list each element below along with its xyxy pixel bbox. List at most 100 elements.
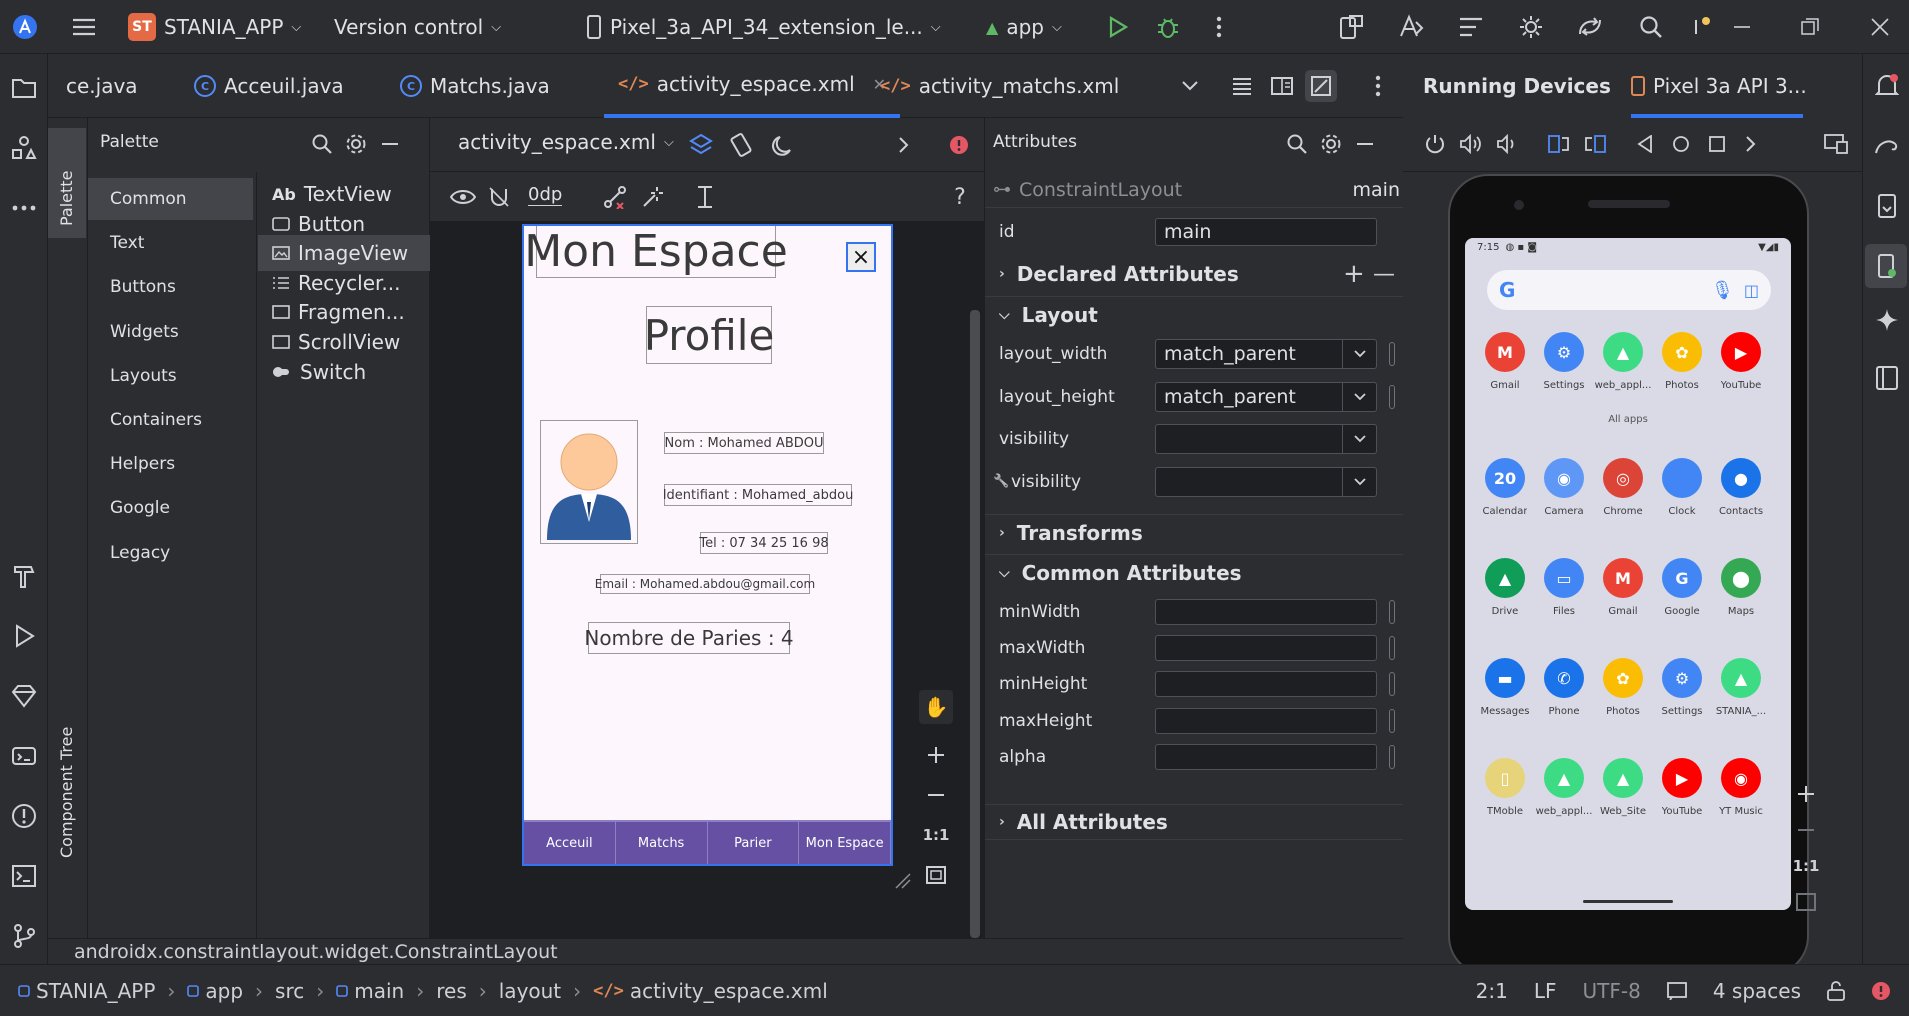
device-manager-icon[interactable] xyxy=(1336,10,1366,44)
zoom-in-icon[interactable] xyxy=(919,738,953,772)
notification-dot-icon[interactable] xyxy=(1692,10,1712,44)
app-webappl[interactable]: ▲ web_appl... xyxy=(1535,758,1593,817)
app-settings[interactable]: ⚙ Settings xyxy=(1535,332,1593,391)
attr-pin[interactable] xyxy=(1389,744,1395,769)
running-devices-icon[interactable] xyxy=(1865,244,1907,288)
design-blueprint-icon[interactable] xyxy=(688,132,714,158)
paries-textview[interactable]: Nombre de Paries : 4 xyxy=(584,622,794,654)
gear-icon[interactable] xyxy=(344,132,368,156)
split-view-icon[interactable] xyxy=(1268,54,1296,118)
attr-pin[interactable] xyxy=(1389,600,1395,624)
overview-icon[interactable] xyxy=(1705,132,1729,156)
breadcrumb-item[interactable]: res xyxy=(436,979,467,1003)
attr-id-field[interactable]: main xyxy=(1155,218,1377,246)
app-tmoble[interactable]: ▯ TMoble xyxy=(1476,758,1534,817)
file-encoding[interactable]: UTF-8 xyxy=(1583,979,1641,1003)
breadcrumb-item[interactable]: app xyxy=(187,979,243,1003)
app-gmail[interactable]: M Gmail xyxy=(1476,332,1534,391)
device-tab[interactable]: Pixel 3a API 3... xyxy=(1631,74,1807,98)
nav-button-acceuil[interactable]: Acceuil xyxy=(524,820,616,864)
eye-icon[interactable] xyxy=(450,184,476,210)
app-phone[interactable]: ✆ Phone xyxy=(1535,658,1593,717)
close-window-icon[interactable] xyxy=(1866,10,1894,44)
palette-strip-tab[interactable]: Palette xyxy=(48,128,86,238)
app-inspection-icon[interactable] xyxy=(1516,10,1546,44)
app-youtube[interactable]: ▶ YouTube xyxy=(1653,758,1711,817)
component-tree-strip-tab[interactable]: Component Tree xyxy=(48,718,86,868)
palette-category-buttons[interactable]: Buttons xyxy=(88,266,253,308)
minimize-panel-icon[interactable] xyxy=(1353,132,1377,156)
app-google[interactable]: G Google xyxy=(1653,558,1711,617)
zoom-actual-size[interactable]: 1:1 xyxy=(919,818,953,852)
device-mirror-icon[interactable] xyxy=(1823,132,1849,156)
problems-icon[interactable] xyxy=(10,802,38,830)
attr-pin[interactable] xyxy=(1389,672,1395,697)
volume-down-icon[interactable] xyxy=(1495,132,1519,156)
attr-field-minHeight[interactable] xyxy=(1155,671,1377,698)
night-mode-icon[interactable] xyxy=(770,132,796,158)
tab-list-chevron-icon[interactable] xyxy=(1178,54,1202,118)
microphone-icon[interactable]: 🎙 xyxy=(1711,280,1734,301)
back-icon[interactable] xyxy=(1633,132,1657,156)
error-indicator-icon[interactable] xyxy=(946,132,972,158)
attr-dropdown[interactable] xyxy=(1155,466,1377,497)
translate-icon[interactable] xyxy=(1396,10,1426,44)
app-photos[interactable]: ✿ Photos xyxy=(1594,658,1652,717)
app-messages[interactable]: ▬ Messages xyxy=(1476,658,1534,717)
volume-up-icon[interactable] xyxy=(1459,132,1483,156)
debug-icon[interactable] xyxy=(1154,10,1182,44)
design-view-icon[interactable] xyxy=(1304,54,1338,118)
app-contacts[interactable]: ● Contacts xyxy=(1712,458,1770,517)
avatar-imageview[interactable] xyxy=(540,420,638,544)
home-icon[interactable] xyxy=(1669,132,1693,156)
remove-attribute-icon[interactable]: — xyxy=(1373,262,1395,287)
code-view-icon[interactable] xyxy=(1228,54,1256,118)
section-all-attributes[interactable]: › All Attributes xyxy=(985,804,1404,840)
layout-file-selector[interactable]: activity_espace.xml ⌵ xyxy=(458,130,674,154)
more-tools-icon[interactable] xyxy=(10,194,38,222)
tab-acceuil-java[interactable]: C Acceuil.java xyxy=(194,54,344,118)
section-layout[interactable]: ⌵ Layout xyxy=(985,296,1404,332)
palette-category-widgets[interactable]: Widgets xyxy=(88,311,253,353)
attr-pin[interactable] xyxy=(1389,636,1395,661)
palette-category-helpers[interactable]: Helpers xyxy=(88,443,253,485)
app-photos[interactable]: ✿ Photos xyxy=(1653,332,1711,391)
project-selector[interactable]: ST STANIA_APP ⌵ xyxy=(128,10,301,44)
close-button[interactable]: × xyxy=(846,242,876,272)
restore-icon[interactable] xyxy=(1796,10,1824,44)
project-folder-icon[interactable] xyxy=(10,74,38,102)
identifiant-textview[interactable]: Identifiant : Mohamed_abdou xyxy=(663,484,853,506)
gemini-sparkle-icon[interactable] xyxy=(1873,306,1901,334)
tab-matchs-java[interactable]: C Matchs.java xyxy=(400,54,550,118)
palette-category-common[interactable]: Common xyxy=(88,178,253,220)
sync-gradle-icon[interactable] xyxy=(1574,10,1606,44)
guidelines-icon[interactable] xyxy=(692,184,718,210)
layout-preview[interactable]: Mon Espace × Profile Nom : Mohamed ABDOU… xyxy=(522,224,893,866)
attr-dropdown[interactable]: match_parent xyxy=(1155,339,1377,369)
more-options-icon[interactable] xyxy=(1208,10,1230,44)
nav-button-mon-espace[interactable]: Mon Espace xyxy=(799,820,891,864)
nom-textview[interactable]: Nom : Mohamed ABDOU xyxy=(664,432,824,454)
error-status-icon[interactable] xyxy=(1871,981,1891,1001)
app-drive[interactable]: ▲ Drive xyxy=(1476,558,1534,617)
rotate-left-icon[interactable] xyxy=(1547,132,1571,156)
caret-position[interactable]: 2:1 xyxy=(1476,979,1508,1003)
palette-widget-switch[interactable]: Switch xyxy=(258,354,430,390)
orientation-icon[interactable] xyxy=(728,132,754,158)
section-declared-attributes[interactable]: › Declared Attributes + — xyxy=(985,256,1404,292)
layout-inspector-icon[interactable] xyxy=(1456,10,1486,44)
minimize-icon[interactable] xyxy=(1728,10,1756,44)
resource-manager-icon[interactable] xyxy=(10,134,38,162)
device-screen[interactable]: 7:15 ◍ ▪ ◙ ▼◢▮ G 🎙 ◫ All apps M Gmail ⚙ Set… xyxy=(1465,238,1791,910)
app-stania[interactable]: ▲ STANIA_... xyxy=(1712,658,1770,717)
attr-pin[interactable] xyxy=(1389,708,1395,733)
infer-constraints-icon[interactable] xyxy=(640,184,666,210)
palette-category-legacy[interactable]: Legacy xyxy=(88,532,253,574)
unlock-icon[interactable] xyxy=(1827,980,1845,1001)
breadcrumb-item[interactable]: </> activity_espace.xml xyxy=(593,979,828,1003)
app-settings[interactable]: ⚙ Settings xyxy=(1653,658,1711,717)
palette-category-google[interactable]: Google xyxy=(88,487,253,529)
add-attribute-icon[interactable]: + xyxy=(1343,259,1365,289)
zoom-actual-size[interactable]: 1:1 xyxy=(1790,850,1822,882)
emulator-icon[interactable] xyxy=(1873,364,1901,392)
